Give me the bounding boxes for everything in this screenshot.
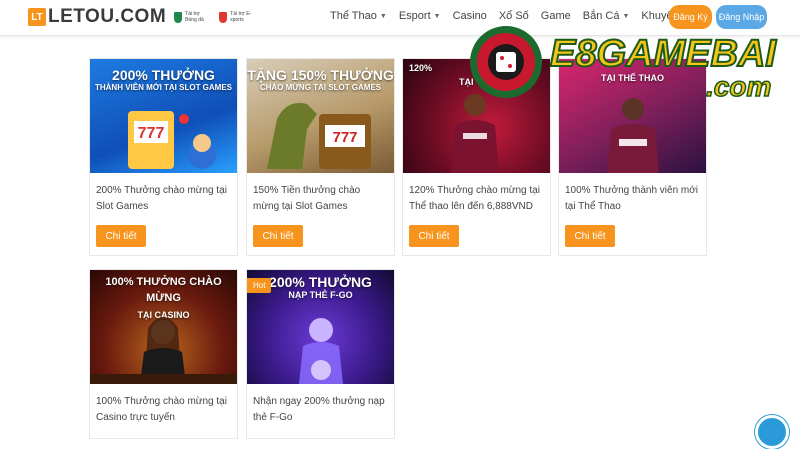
football-player-image: [451, 94, 499, 173]
chat-support-icon[interactable]: [755, 415, 789, 449]
sponsor-esports-label: Tài trợ E-sports: [230, 11, 252, 23]
nav-label: Bắn Cá: [582, 10, 620, 22]
details-button[interactable]: Chi tiết: [409, 225, 459, 247]
promo-description: 100% Thưởng chào mừng tại Casino trực tu…: [96, 396, 227, 423]
main-nav: Thể Thao ▼ Esport ▼ Casino Xổ Số Game Bắn …: [330, 10, 721, 22]
chevron-down-icon: ▼: [622, 12, 630, 20]
nav-item-casino[interactable]: Casino: [453, 10, 487, 22]
nav-label: Casino: [452, 10, 487, 22]
site-header: LT LETOU.COM Tài trợ Bóng đá Tài trợ E-s…: [0, 0, 800, 36]
nav-label: Thể Thao: [330, 10, 377, 22]
promo-banner[interactable]: TẶNG 150% THƯỞNG CHÀO MỪNG TẠI SLOT GAME…: [247, 59, 394, 173]
sponsor-football: Tài trợ Bóng đá: [174, 11, 211, 23]
logo-text: LETOU.COM: [48, 6, 167, 27]
slot-machine-icon: 777: [128, 111, 216, 169]
promo-description: 100% Thưởng thành viên mới tại Thể Thao: [565, 185, 699, 212]
promo-card[interactable]: 100% THƯỞNG CHÀO MỪNG TẠI CASINO 100% Th…: [89, 269, 238, 439]
promo-card[interactable]: 200% THƯỞNG THÀNH VIÊN MỚI TẠI SLOT GAME…: [89, 58, 238, 256]
promo-card[interactable]: 120% TẠI THỂ 120% Thưởng chào mừng tại T…: [402, 58, 551, 256]
football-player-image: [607, 98, 659, 173]
register-button[interactable]: Đăng Ký: [669, 5, 712, 29]
nav-item-game[interactable]: Game: [541, 10, 571, 22]
chevron-down-icon: ▼: [433, 12, 441, 20]
nav-label: Game: [540, 10, 571, 22]
promo-description: 120% Thưởng chào mừng tại Thể thao lên đ…: [409, 185, 540, 212]
nav-item-the-thao[interactable]: Thể Thao ▼: [330, 10, 387, 22]
details-button[interactable]: Chi tiết: [96, 225, 146, 247]
promo-card[interactable]: 200% THƯỞNG NẠP THẺ F-GO Hot Nhận ngay 2…: [246, 269, 395, 439]
promo-banner[interactable]: 200% THƯỞNG THÀNH VIÊN MỚI TẠI SLOT GAME…: [90, 59, 237, 173]
watermark-domain: .com: [706, 71, 771, 102]
promo-description: 150% Tiền thưởng chào mừng tại Slot Game…: [253, 185, 361, 212]
hot-badge: Hot: [247, 278, 272, 293]
nav-label: Xổ Số: [498, 10, 529, 22]
chevron-down-icon: ▼: [379, 12, 387, 20]
sponsor-esports: Tài trợ E-sports: [219, 11, 256, 23]
svg-text:777: 777: [332, 129, 357, 146]
logo-mark: LT: [28, 8, 46, 26]
dinosaur-slot-icon: 777: [267, 103, 371, 169]
promo-banner[interactable]: 120% TẠI THỂ: [403, 59, 550, 173]
login-button[interactable]: Đăng Nhập: [716, 5, 767, 29]
promo-description: Nhận ngay 200% thưởng nạp thẻ F-Go: [253, 396, 385, 423]
nav-item-xo-so[interactable]: Xổ Số: [499, 10, 529, 22]
sponsor-football-icon: [174, 11, 183, 23]
nav-item-ban-ca[interactable]: Bắn Cá ▼: [583, 10, 630, 22]
promo-banner[interactable]: TẠI THỂ THAO: [559, 59, 706, 173]
details-button[interactable]: Chi tiết: [253, 225, 303, 247]
promo-card[interactable]: TẠI THỂ THAO 100% Thưởng thành viên mới …: [558, 58, 707, 256]
promo-banner[interactable]: 100% THƯỞNG CHÀO MỪNG TẠI CASINO: [90, 270, 237, 384]
svg-text:777: 777: [138, 125, 165, 142]
promo-card[interactable]: TẶNG 150% THƯỞNG CHÀO MỪNG TẠI SLOT GAME…: [246, 58, 395, 256]
nav-label: Esport: [398, 10, 431, 22]
site-logo[interactable]: LT LETOU.COM Tài trợ Bóng đá Tài trợ E-s…: [28, 6, 256, 28]
promo-banner[interactable]: 200% THƯỞNG NẠP THẺ F-GO Hot: [247, 270, 394, 384]
nav-item-esport[interactable]: Esport ▼: [399, 10, 441, 22]
promo-description: 200% Thưởng chào mừng tại Slot Games: [96, 185, 227, 212]
details-button[interactable]: Chi tiết: [565, 225, 615, 247]
casino-dealer-image: [90, 317, 237, 384]
sponsor-football-label: Tài trợ Bóng đá: [185, 11, 204, 23]
sponsor-esports-icon: [219, 11, 228, 23]
